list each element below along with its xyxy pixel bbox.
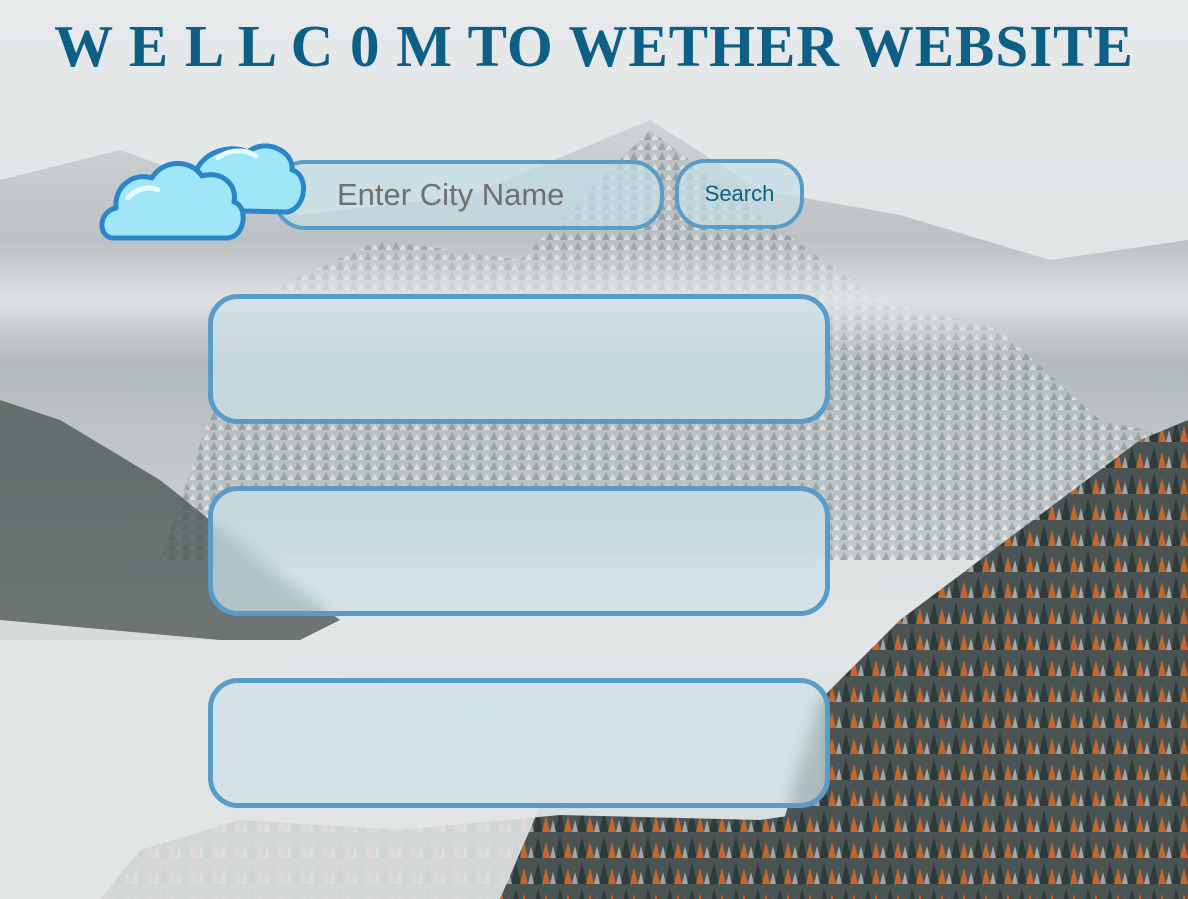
search-button[interactable]: Search	[675, 159, 804, 229]
weather-result-panel	[208, 678, 830, 808]
city-search-input[interactable]	[273, 160, 664, 230]
weather-result-panel	[208, 294, 830, 424]
weather-result-panel	[208, 486, 830, 616]
cloud-icon	[99, 143, 306, 241]
page-title: W E L L C 0 M TO WETHER WEBSITE	[54, 13, 1134, 79]
